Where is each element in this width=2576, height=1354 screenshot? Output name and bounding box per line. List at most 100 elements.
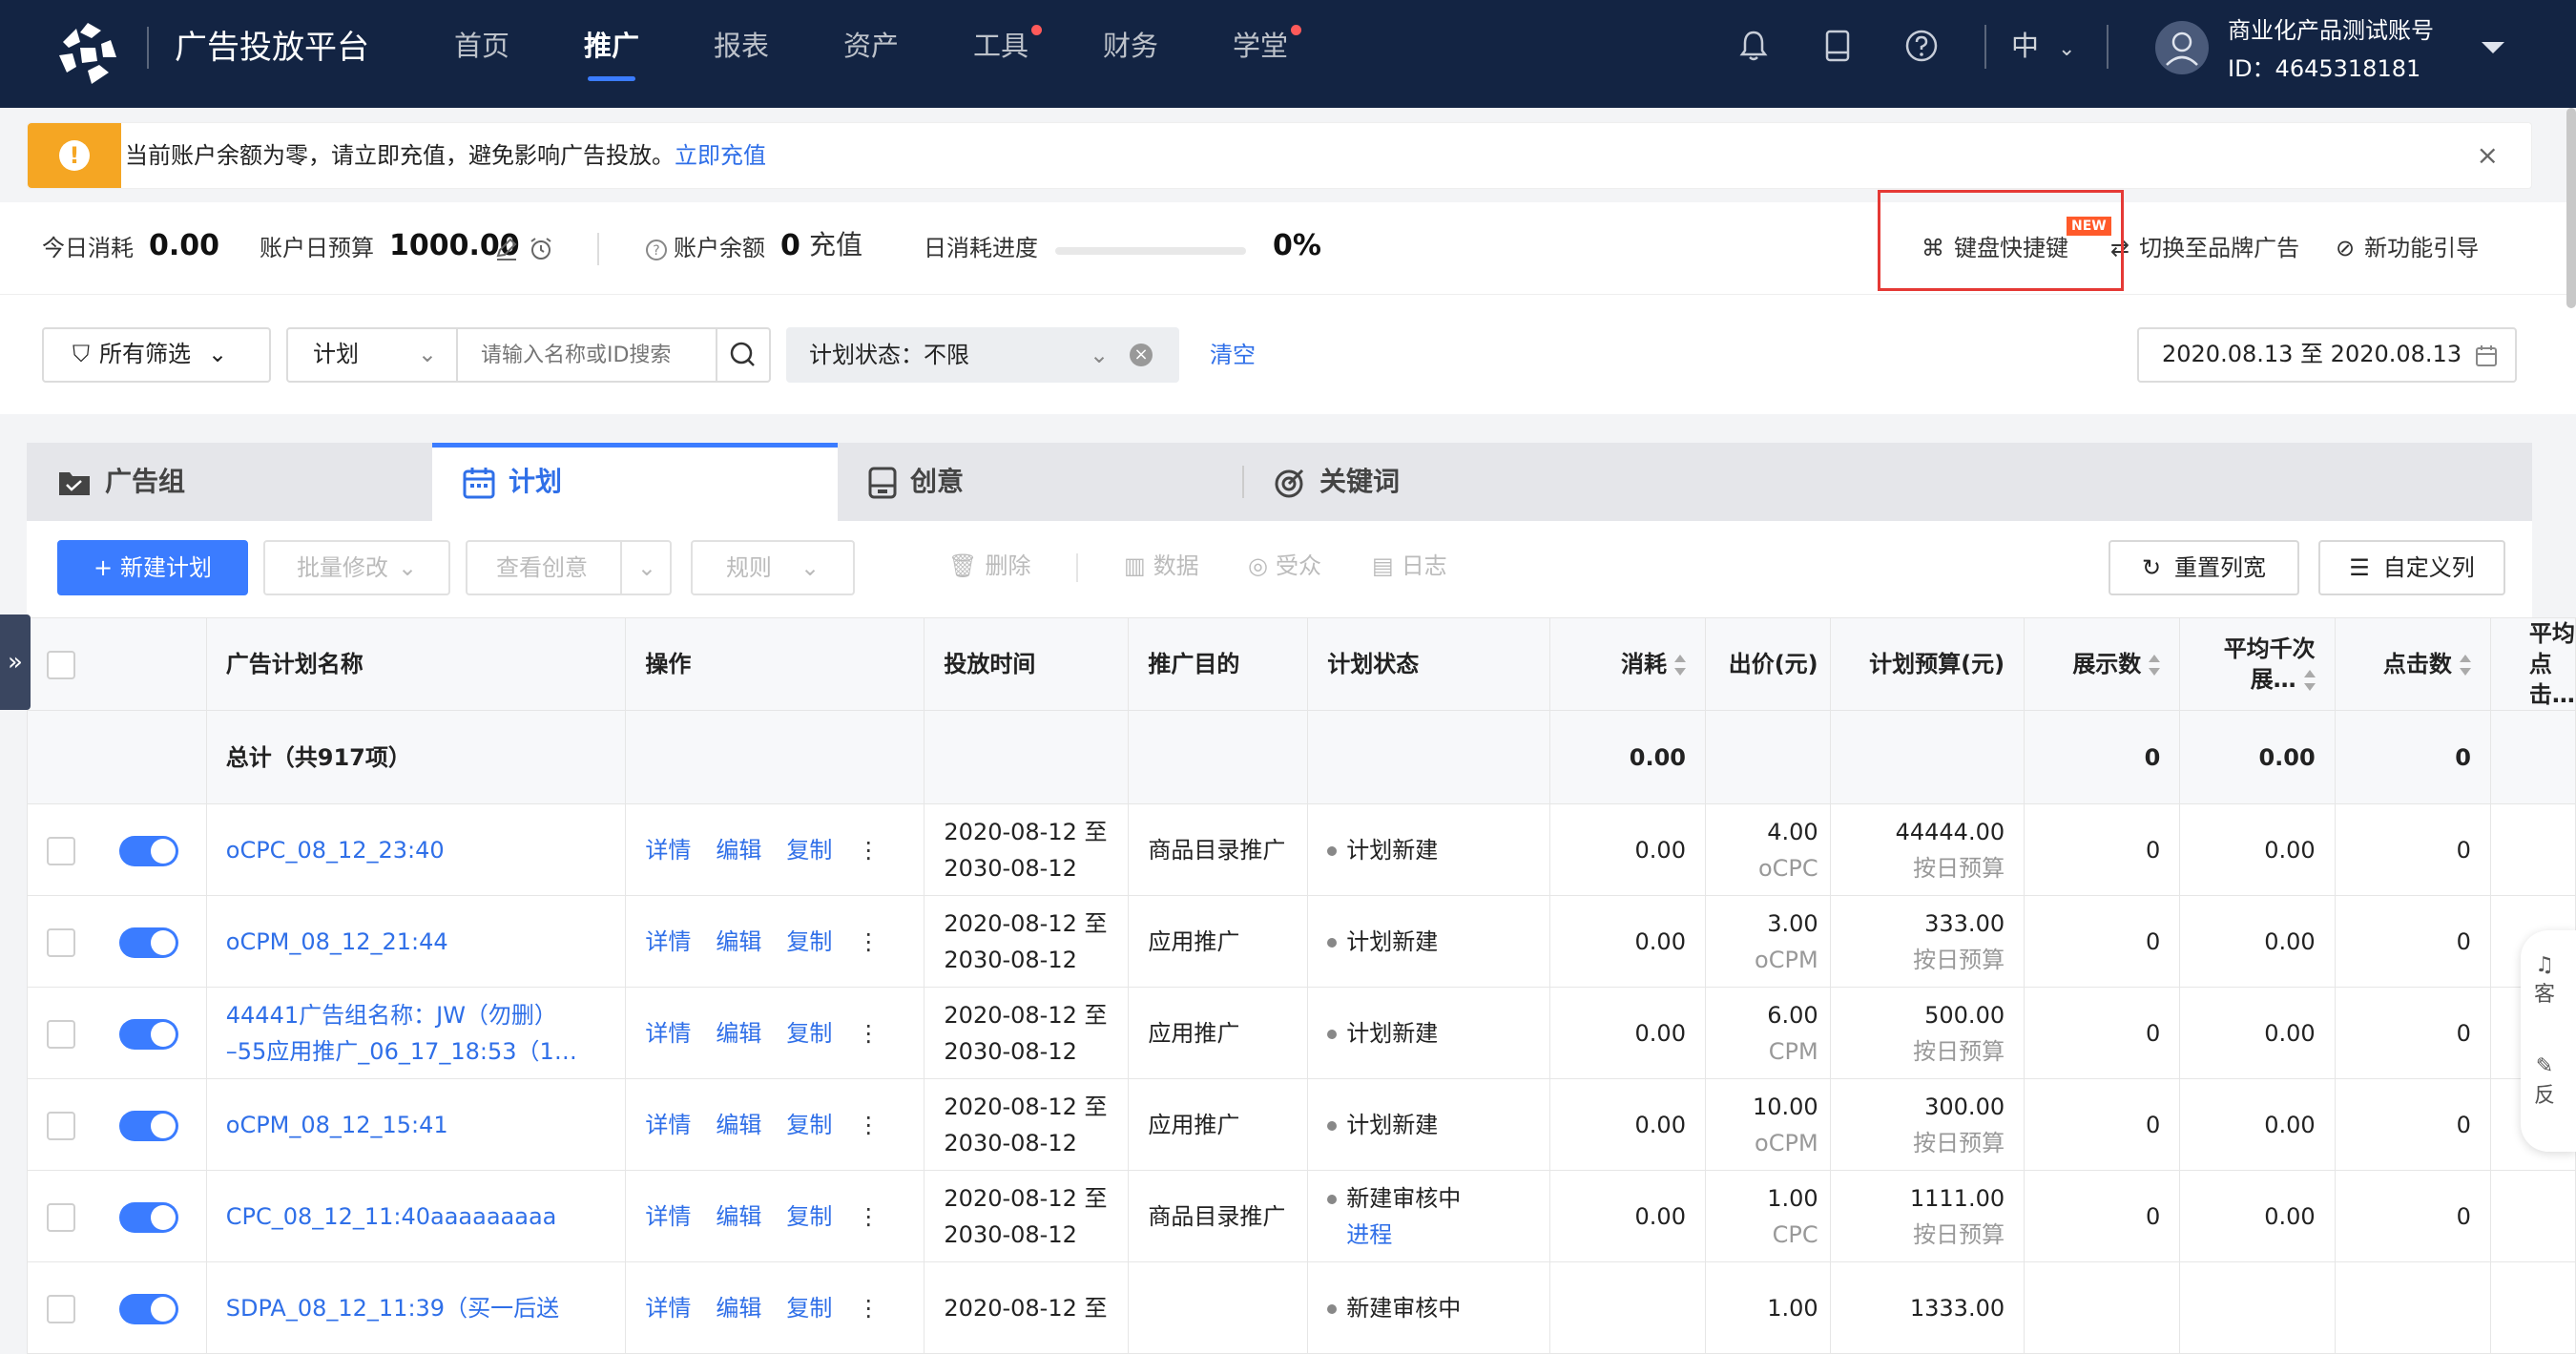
sort-icon[interactable] [2459,655,2471,676]
help-circle-icon[interactable]: ? [645,239,668,261]
more-icon[interactable]: ⋮ [857,837,880,864]
account-info[interactable]: 商业化产品测试账号 ID：4645318181 [2228,11,2434,88]
plan-name-link[interactable]: oCPC_08_12_23:40 [205,803,627,896]
alarm-icon[interactable] [529,237,553,261]
all-filters-dropdown[interactable]: ⛉ 所有筛选 ⌄ [42,327,271,383]
scrollbar[interactable] [2566,108,2576,308]
copy-link[interactable]: 复制 [786,1295,832,1322]
details-link[interactable]: 详情 [645,1203,691,1230]
plan-name-link[interactable]: CPC_08_12_11:40aaaaaaaaa [205,1170,627,1262]
more-icon[interactable]: ⋮ [857,928,880,955]
plan-toggle[interactable] [119,1110,178,1141]
copy-link[interactable]: 复制 [786,928,832,955]
plan-toggle[interactable] [119,1018,178,1050]
table-row[interactable]: oCPC_08_12_23:40 详情 编辑 复制 ⋮ 2020-08-12 至 2030-… [27,803,2576,896]
nav-reports[interactable]: 报表 [714,27,769,65]
plan-name-link[interactable]: SDPA_08_12_11:39（买一后送 [205,1261,627,1354]
status-progress-link[interactable]: 进程 [1327,1217,1530,1253]
plan-toggle[interactable] [119,835,178,866]
edit-icon[interactable] [494,237,519,261]
edit-link[interactable]: 编辑 [716,1020,761,1047]
row-checkbox[interactable] [47,1202,75,1232]
row-checkbox[interactable] [47,1294,75,1323]
batch-edit-button[interactable]: 批量修改 ⌄ [263,540,450,595]
sort-icon[interactable] [2303,670,2316,691]
custom-columns-button[interactable]: ☰ 自定义列 [2318,540,2505,595]
tab-ad-group[interactable]: 广告组 [27,443,432,521]
plan-toggle[interactable] [119,927,178,958]
row-checkbox[interactable] [47,927,75,957]
caret-down-icon[interactable] [2479,38,2507,57]
row-checkbox[interactable] [47,1111,75,1140]
table-row[interactable]: 44441广告组名称：JW（勿删） –55应用推广_06_17_18:53（1… 详… [27,987,2576,1079]
switch-brand-ads-link[interactable]: ⇄ 切换至品牌广告 [2110,231,2299,265]
nav-finance[interactable]: 财务 [1103,27,1158,65]
language-select[interactable]: 中 ⌄ [2011,27,2075,69]
tablet-icon[interactable] [1818,27,1857,65]
bell-icon[interactable] [1735,27,1773,65]
more-icon[interactable]: ⋮ [857,1112,880,1138]
nav-assets[interactable]: 资产 [843,27,899,65]
sort-icon[interactable] [1673,655,1686,676]
plan-toggle[interactable] [119,1201,178,1233]
column-header-impressions[interactable]: 展示数 [2024,617,2181,711]
recharge-now-link[interactable]: 立即充值 [675,142,766,169]
date-range-picker[interactable]: 2020.08.13 至 2020.08.13 [2137,327,2517,383]
copy-link[interactable]: 复制 [786,1020,832,1047]
edit-link[interactable]: 编辑 [716,1112,761,1138]
delete-button[interactable]: 🗑 删除 [948,538,1030,594]
rules-button[interactable]: 规则 ⌄ [691,540,855,595]
details-link[interactable]: 详情 [645,928,691,955]
plan-name-link[interactable]: oCPM_08_12_21:44 [205,895,627,988]
tab-creative[interactable]: 创意 [838,443,1243,521]
more-icon[interactable]: ⋮ [857,1295,880,1322]
clear-icon[interactable]: × [1130,344,1153,366]
plan-name-link[interactable]: 44441广告组名称：JW（勿删） –55应用推广_06_17_18:53（1… [205,987,627,1079]
tab-keywords[interactable]: 关键词 [1243,443,1649,521]
expand-sidebar-button[interactable]: » [0,615,31,710]
nav-academy[interactable]: 学堂 [1233,25,1302,65]
details-link[interactable]: 详情 [645,1112,691,1138]
close-icon[interactable]: × [2477,139,2499,172]
search-scope-select[interactable]: 计划 ⌄ [286,327,458,383]
row-checkbox[interactable] [47,1019,75,1049]
log-button[interactable]: ▤ 日志 [1372,538,1447,594]
column-header-cpm[interactable]: 平均千次展… [2179,617,2336,711]
details-link[interactable]: 详情 [645,1020,691,1047]
customer-service-button[interactable]: ♫ 客 [2534,953,2555,1008]
help-icon[interactable] [1902,27,1941,65]
reset-column-width-button[interactable]: ↻ 重置列宽 [2109,540,2299,595]
tab-plan[interactable]: 计划 [432,443,838,521]
details-link[interactable]: 详情 [645,837,691,864]
search-button[interactable] [716,327,771,383]
more-icon[interactable]: ⋮ [857,1203,880,1230]
edit-link[interactable]: 编辑 [716,1295,761,1322]
new-plan-button[interactable]: + 新建计划 [57,540,248,595]
plan-name-link[interactable]: oCPM_08_12_15:41 [205,1078,627,1171]
avatar[interactable] [2155,21,2209,74]
select-all-checkbox[interactable] [47,651,75,679]
search-input[interactable] [456,327,717,383]
table-row[interactable]: oCPM_08_12_15:41 详情 编辑 复制 ⋮ 2020-08-12 至 2030-… [27,1078,2576,1171]
row-checkbox[interactable] [47,836,75,865]
audience-button[interactable]: ◎ 受众 [1248,538,1321,594]
nav-promotion[interactable]: 推广 [584,27,639,81]
feature-guide-link[interactable]: ⊘ 新功能引导 [2336,231,2479,265]
edit-link[interactable]: 编辑 [716,928,761,955]
data-button[interactable]: ▥ 数据 [1124,538,1199,594]
table-row[interactable]: CPC_08_12_11:40aaaaaaaaa 详情 编辑 复制 ⋮ 2020-08-1… [27,1170,2576,1262]
copy-link[interactable]: 复制 [786,1203,832,1230]
copy-link[interactable]: 复制 [786,1112,832,1138]
column-header-clicks[interactable]: 点击数 [2334,617,2491,711]
plan-status-filter[interactable]: 计划状态：不限 ⌄ × [786,327,1179,383]
edit-link[interactable]: 编辑 [716,837,761,864]
more-icon[interactable]: ⋮ [857,1020,880,1047]
plan-toggle[interactable] [119,1293,178,1324]
logo-icon[interactable] [53,19,122,88]
nav-tools[interactable]: 工具 [973,25,1043,65]
column-header-spend[interactable]: 消耗 [1549,617,1706,711]
table-row[interactable]: SDPA_08_12_11:39（买一后送 详情 编辑 复制 ⋮ 2020-08-12 至… [27,1261,2576,1354]
feedback-button[interactable]: ✎ 反 [2534,1054,2555,1109]
clear-filters-link[interactable]: 清空 [1210,339,1256,371]
view-creative-button[interactable]: 查看创意 ⌄ [466,540,672,595]
